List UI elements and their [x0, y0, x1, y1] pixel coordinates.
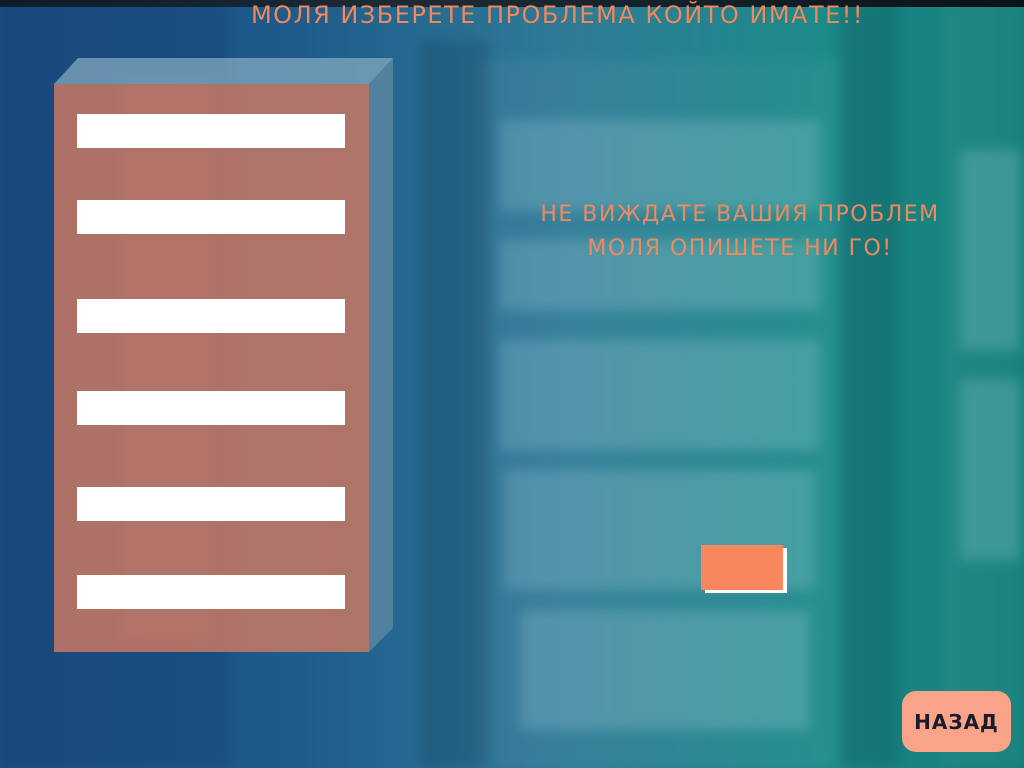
problem-option-3[interactable]: [77, 299, 345, 333]
problem-options-panel: [54, 58, 393, 652]
problem-option-1[interactable]: [77, 114, 345, 148]
problem-option-6[interactable]: [77, 575, 345, 609]
panel-front-face: [54, 84, 369, 652]
describe-problem-note: НЕ ВИЖДАТЕ ВАШИЯ ПРОБЛЕМ МОЛЯ ОПИШЕТЕ НИ…: [480, 198, 1000, 266]
describe-problem-button[interactable]: [701, 545, 783, 590]
panel-top-face: [54, 58, 393, 84]
panel-side-face: [369, 58, 393, 652]
problem-option-2[interactable]: [77, 200, 345, 234]
problem-selection-screen: МОЛЯ ИЗБЕРЕТЕ ПРОБЛЕМА КОЙТО ИМАТЕ!! НЕ …: [0, 0, 1024, 768]
problem-option-4[interactable]: [77, 391, 345, 425]
note-line-1: НЕ ВИЖДАТЕ ВАШИЯ ПРОБЛЕМ: [540, 202, 940, 227]
back-button[interactable]: НАЗАД: [902, 691, 1011, 752]
problem-option-5[interactable]: [77, 487, 345, 521]
page-title: МОЛЯ ИЗБЕРЕТЕ ПРОБЛЕМА КОЙТО ИМАТЕ!!: [250, 1, 865, 29]
note-line-2: МОЛЯ ОПИШЕТЕ НИ ГО!: [587, 236, 893, 261]
